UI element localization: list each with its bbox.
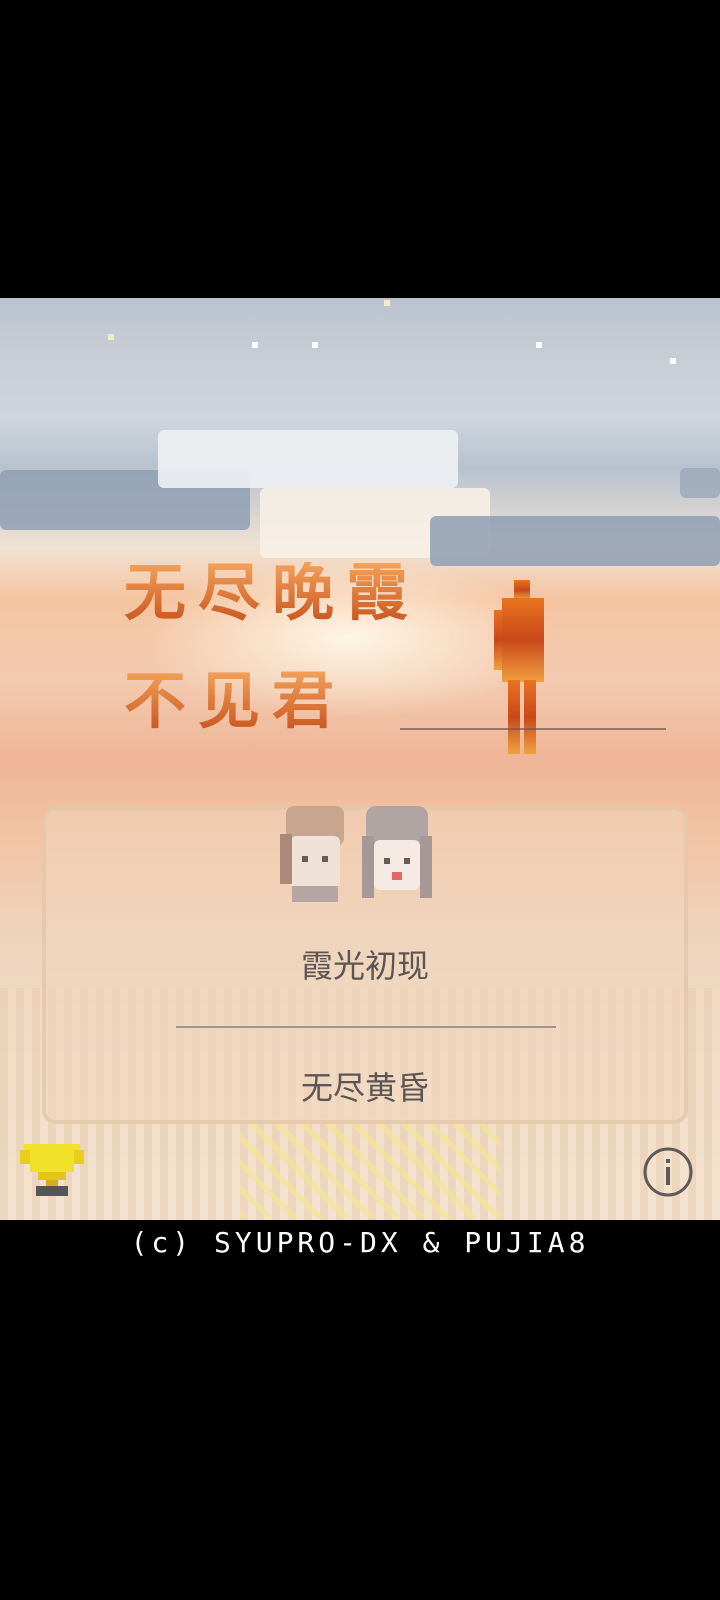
info-button[interactable]	[642, 1146, 694, 1198]
game-title-line-1: 无尽晚霞	[124, 556, 421, 629]
copyright-text: (c) SYUPRO-DX & PUJIA8	[130, 1226, 590, 1259]
star	[252, 342, 258, 348]
star	[384, 300, 390, 306]
star	[312, 342, 318, 348]
star	[108, 334, 114, 340]
horizon-line	[400, 728, 666, 730]
menu-item-start[interactable]: 霞光初现	[230, 936, 500, 992]
game-screen: 无尽晚霞 不见君 霞光初现 无尽黄昏	[0, 298, 720, 1220]
trophy-icon	[20, 1144, 84, 1196]
menu-divider	[176, 1026, 556, 1028]
game-title-line-2: 不见君	[124, 664, 347, 737]
info-icon	[643, 1147, 693, 1197]
cloud	[680, 468, 720, 498]
star	[670, 358, 676, 364]
character-avatar-boy	[280, 806, 344, 902]
cloud	[158, 430, 458, 488]
character-avatar-girl	[362, 806, 432, 898]
silhouette-figure	[494, 580, 544, 754]
star	[536, 342, 542, 348]
menu-item-endless[interactable]: 无尽黄昏	[230, 1058, 500, 1114]
trophy-button[interactable]	[20, 1140, 84, 1200]
flower-patch	[240, 1118, 500, 1218]
